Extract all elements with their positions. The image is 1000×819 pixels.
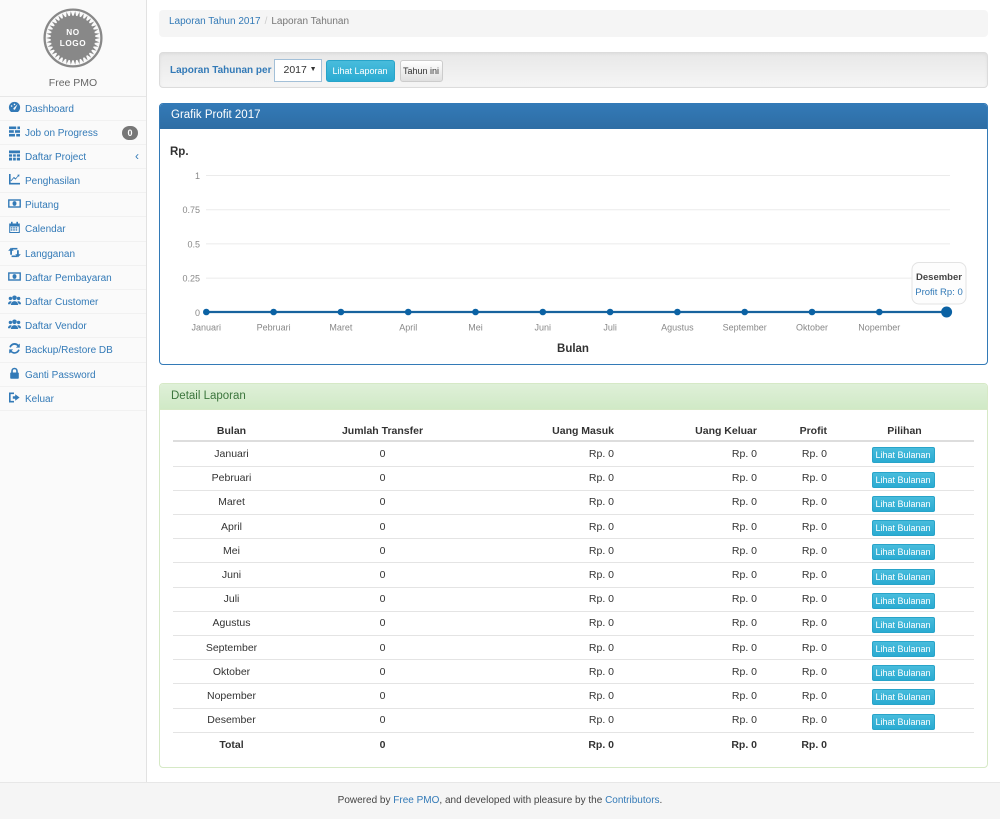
svg-text:Desember: Desember <box>916 272 962 283</box>
svg-text:Agustus: Agustus <box>661 323 694 333</box>
svg-text:0.75: 0.75 <box>182 205 200 215</box>
svg-text:0.5: 0.5 <box>187 239 200 249</box>
svg-text:September: September <box>723 323 767 333</box>
svg-text:LOGO: LOGO <box>60 39 87 48</box>
svg-text:0: 0 <box>195 308 200 318</box>
svg-text:Rp.: Rp. <box>170 146 189 158</box>
svg-text:Juli: Juli <box>603 323 617 333</box>
svg-text:Juni: Juni <box>535 323 552 333</box>
svg-text:Mei: Mei <box>468 323 483 333</box>
svg-text:Nopember: Nopember <box>858 323 900 333</box>
svg-text:Oktober: Oktober <box>796 323 828 333</box>
svg-text:Bulan: Bulan <box>557 343 589 355</box>
svg-text:Januari: Januari <box>192 323 222 333</box>
svg-text:Profit Rp: 0: Profit Rp: 0 <box>915 287 963 298</box>
svg-text:NO: NO <box>66 28 80 37</box>
svg-text:April: April <box>399 323 417 333</box>
svg-text:0.25: 0.25 <box>182 274 200 284</box>
svg-text:Maret: Maret <box>329 323 353 333</box>
svg-text:Pebruari: Pebruari <box>257 323 291 333</box>
svg-text:1: 1 <box>195 171 200 181</box>
